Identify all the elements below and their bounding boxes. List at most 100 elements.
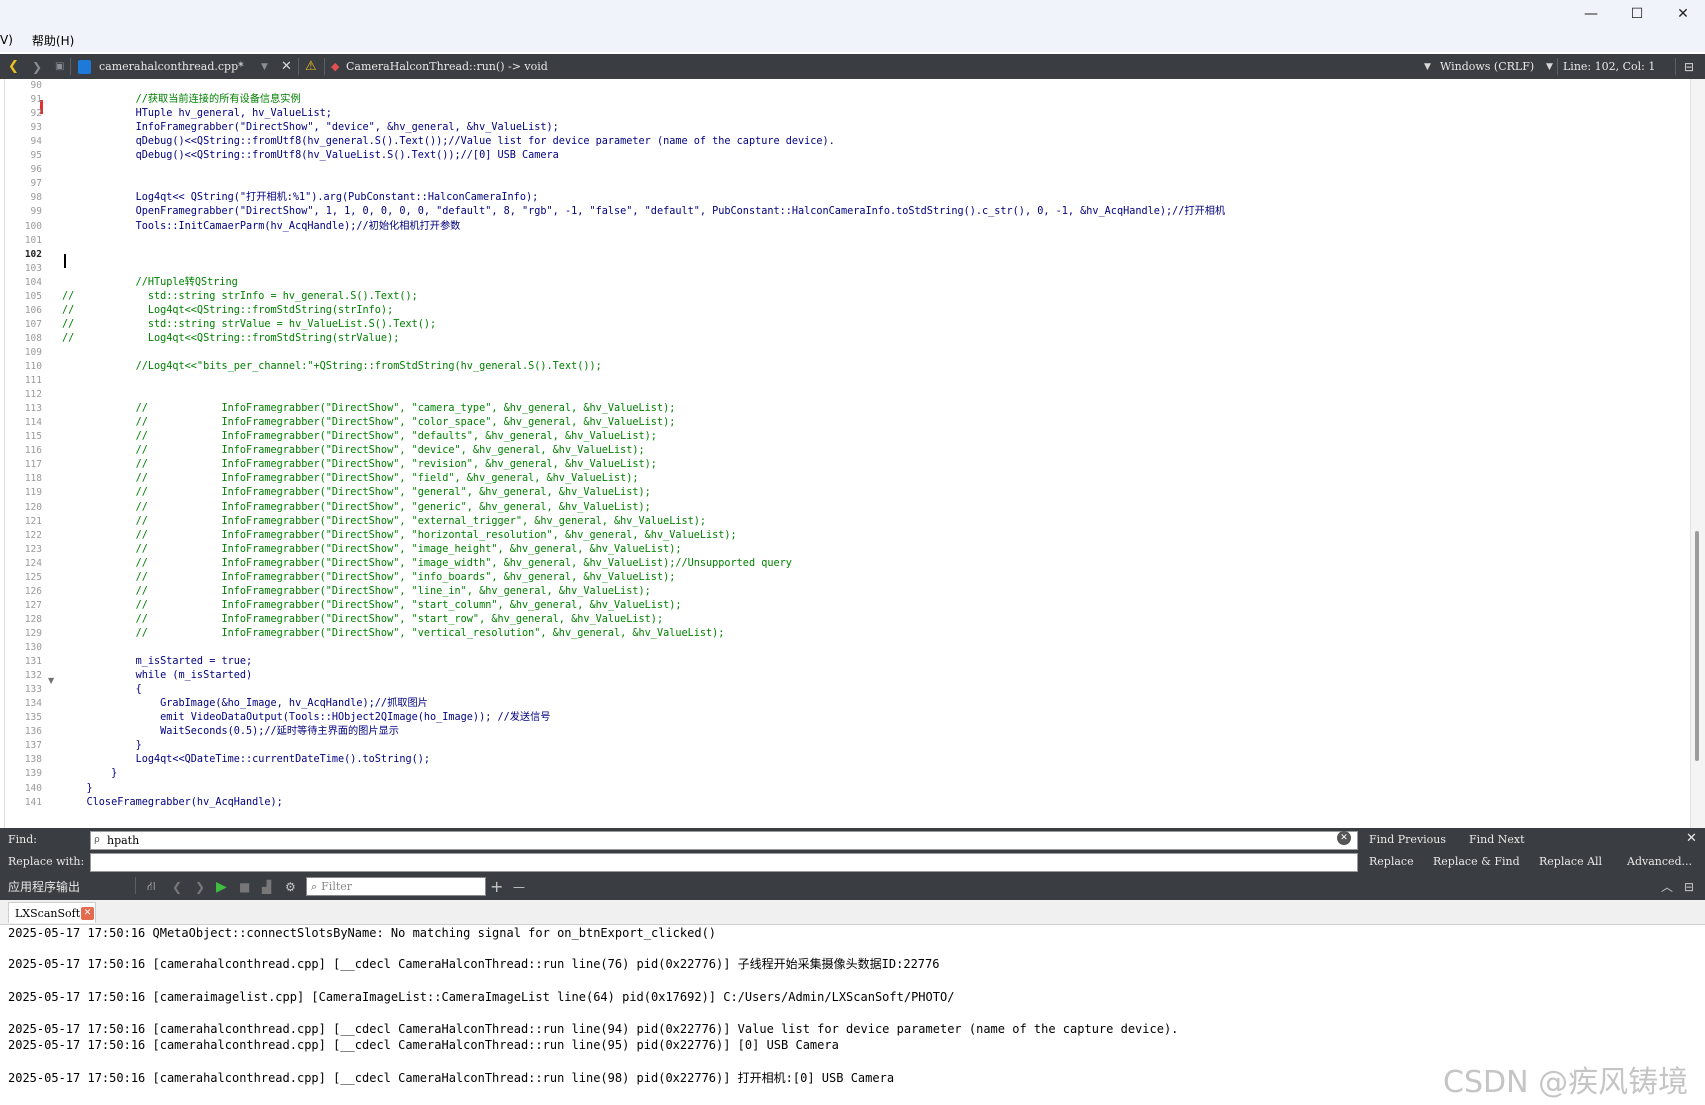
add-output-icon[interactable]: +: [490, 873, 503, 900]
line-number[interactable]: 126: [0, 585, 42, 599]
code-line[interactable]: // InfoFramegrabber("DirectShow", "horiz…: [62, 529, 737, 543]
code-line[interactable]: // InfoFramegrabber("DirectShow", "start…: [62, 613, 663, 627]
replace-all-button[interactable]: Replace All: [1539, 853, 1602, 871]
code-line[interactable]: // InfoFramegrabber("DirectShow", "line_…: [62, 585, 651, 599]
line-number[interactable]: 122: [0, 529, 42, 543]
code-line[interactable]: // InfoFramegrabber("DirectShow", "color…: [62, 416, 676, 430]
search-options-icon[interactable]: ρ: [94, 832, 100, 849]
code-line[interactable]: }: [62, 739, 142, 753]
line-number[interactable]: 109: [0, 346, 42, 360]
line-number[interactable]: 108: [0, 332, 42, 346]
code-line[interactable]: //HTuple转QString: [62, 276, 238, 290]
line-number[interactable]: 101: [0, 234, 42, 248]
warning-icon[interactable]: ⚠: [305, 54, 317, 79]
code-line[interactable]: InfoFramegrabber("DirectShow", "device",…: [62, 121, 559, 135]
code-line[interactable]: // InfoFramegrabber("DirectShow", "start…: [62, 599, 682, 613]
line-number[interactable]: 114: [0, 416, 42, 430]
code-line[interactable]: // InfoFramegrabber("DirectShow", "exter…: [62, 515, 706, 529]
line-number[interactable]: 105: [0, 290, 42, 304]
code-line[interactable]: CloseFramegrabber(hv_AcqHandle);: [62, 796, 283, 810]
code-line[interactable]: // InfoFramegrabber("DirectShow", "camer…: [62, 402, 676, 416]
file-name-dropdown[interactable]: camerahalconthread.cpp*: [99, 54, 244, 79]
line-number[interactable]: 129: [0, 627, 42, 641]
line-number[interactable]: 119: [0, 486, 42, 500]
code-line[interactable]: //Log4qt<<"bits_per_channel:"+QString::f…: [62, 360, 602, 374]
stop-icon[interactable]: ■: [239, 873, 250, 900]
code-line[interactable]: // InfoFramegrabber("DirectShow", "image…: [62, 543, 682, 557]
code-line[interactable]: // InfoFramegrabber("DirectShow", "field…: [62, 472, 639, 486]
output-pane-title[interactable]: 应用程序输出: [8, 873, 80, 900]
back-arrow-icon[interactable]: ❮: [8, 54, 19, 79]
line-number[interactable]: 133: [0, 683, 42, 697]
line-number[interactable]: 134: [0, 697, 42, 711]
code-line[interactable]: OpenFramegrabber("DirectShow", 1, 1, 0, …: [62, 205, 1226, 219]
code-line[interactable]: // InfoFramegrabber("DirectShow", "defau…: [62, 430, 657, 444]
line-number[interactable]: 136: [0, 725, 42, 739]
line-number[interactable]: 138: [0, 753, 42, 767]
line-number[interactable]: 96: [0, 163, 42, 177]
vertical-scrollbar-thumb[interactable]: [1695, 531, 1699, 761]
line-number[interactable]: 135: [0, 711, 42, 725]
find-previous-button[interactable]: Find Previous: [1369, 831, 1446, 849]
code-line[interactable]: }: [62, 767, 117, 781]
line-number[interactable]: 139: [0, 767, 42, 781]
close-find-bar-icon[interactable]: ✕: [1686, 831, 1697, 846]
chevron-down-icon[interactable]: ▼: [1424, 54, 1431, 79]
line-number[interactable]: 123: [0, 543, 42, 557]
remove-output-icon[interactable]: —: [513, 873, 525, 900]
code-line[interactable]: // InfoFramegrabber("DirectShow", "revis…: [62, 458, 657, 472]
line-number[interactable]: 140: [0, 782, 42, 796]
replace-input[interactable]: [90, 853, 1358, 872]
code-line[interactable]: // Log4qt<<QString::fromStdString(strVal…: [62, 332, 399, 346]
line-number[interactable]: 116: [0, 444, 42, 458]
function-signature-dropdown[interactable]: CameraHalconThread::run() -> void: [346, 54, 548, 79]
run-icon[interactable]: ▶: [216, 873, 227, 900]
line-number[interactable]: 125: [0, 571, 42, 585]
maximize-button[interactable]: ☐: [1614, 0, 1660, 28]
line-number[interactable]: 127: [0, 599, 42, 613]
code-editor[interactable]: ▼ 90 91 //获取当前连接的所有设备信息实例 92 HTuple hv_gen…: [0, 79, 1705, 828]
line-number[interactable]: 130: [0, 641, 42, 655]
close-document-icon[interactable]: ✕: [281, 54, 292, 79]
line-number[interactable]: 98: [0, 191, 42, 205]
cursor-position-label[interactable]: Line: 102, Col: 1: [1563, 54, 1655, 79]
code-line[interactable]: m_isStarted = true;: [62, 655, 253, 669]
maximize-pane-icon[interactable]: ⊟: [1684, 873, 1694, 900]
collapse-pane-icon[interactable]: ︿: [1661, 873, 1673, 900]
code-line[interactable]: // Log4qt<<QString::fromStdString(strInf…: [62, 304, 393, 318]
code-line[interactable]: // InfoFramegrabber("DirectShow", "gener…: [62, 501, 651, 515]
settings-gear-icon[interactable]: ⚙: [285, 873, 296, 900]
line-ending-selector[interactable]: Windows (CRLF): [1440, 54, 1534, 79]
line-number[interactable]: 131: [0, 655, 42, 669]
code-line[interactable]: // InfoFramegrabber("DirectShow", "verti…: [62, 627, 725, 641]
menu-item-window[interactable]: V): [0, 33, 20, 47]
line-number[interactable]: 97: [0, 177, 42, 191]
line-number[interactable]: 91: [0, 93, 42, 107]
line-number[interactable]: 115: [0, 430, 42, 444]
code-line[interactable]: {: [62, 683, 142, 697]
code-line[interactable]: // InfoFramegrabber("DirectShow", "image…: [62, 557, 792, 571]
replace-button[interactable]: Replace: [1369, 853, 1414, 871]
line-number[interactable]: 92: [0, 107, 42, 121]
close-tab-icon[interactable]: ✕: [81, 907, 94, 920]
split-editor-icon[interactable]: ⊟: [1684, 54, 1694, 79]
menu-item-help[interactable]: 帮助(H): [20, 32, 81, 49]
code-line[interactable]: emit VideoDataOutput(Tools::HObject2QIma…: [62, 711, 550, 725]
line-number[interactable]: 141: [0, 796, 42, 810]
line-number[interactable]: 117: [0, 458, 42, 472]
find-next-button[interactable]: Find Next: [1469, 831, 1525, 849]
line-number[interactable]: 118: [0, 472, 42, 486]
line-number[interactable]: 128: [0, 613, 42, 627]
find-input[interactable]: ρ hpath: [90, 831, 1358, 850]
line-number[interactable]: 106: [0, 304, 42, 318]
fold-marker-icon[interactable]: ▼: [48, 674, 54, 688]
code-line[interactable]: while (m_isStarted): [62, 669, 253, 683]
clean-output-icon[interactable]: ▟: [262, 873, 271, 900]
code-line[interactable]: GrabImage(&ho_Image, hv_AcqHandle);//抓取图…: [62, 697, 428, 711]
line-number[interactable]: 137: [0, 739, 42, 753]
line-number[interactable]: 120: [0, 501, 42, 515]
line-number[interactable]: 95: [0, 149, 42, 163]
line-number[interactable]: 90: [0, 79, 42, 93]
line-number[interactable]: 94: [0, 135, 42, 149]
line-number[interactable]: 111: [0, 374, 42, 388]
